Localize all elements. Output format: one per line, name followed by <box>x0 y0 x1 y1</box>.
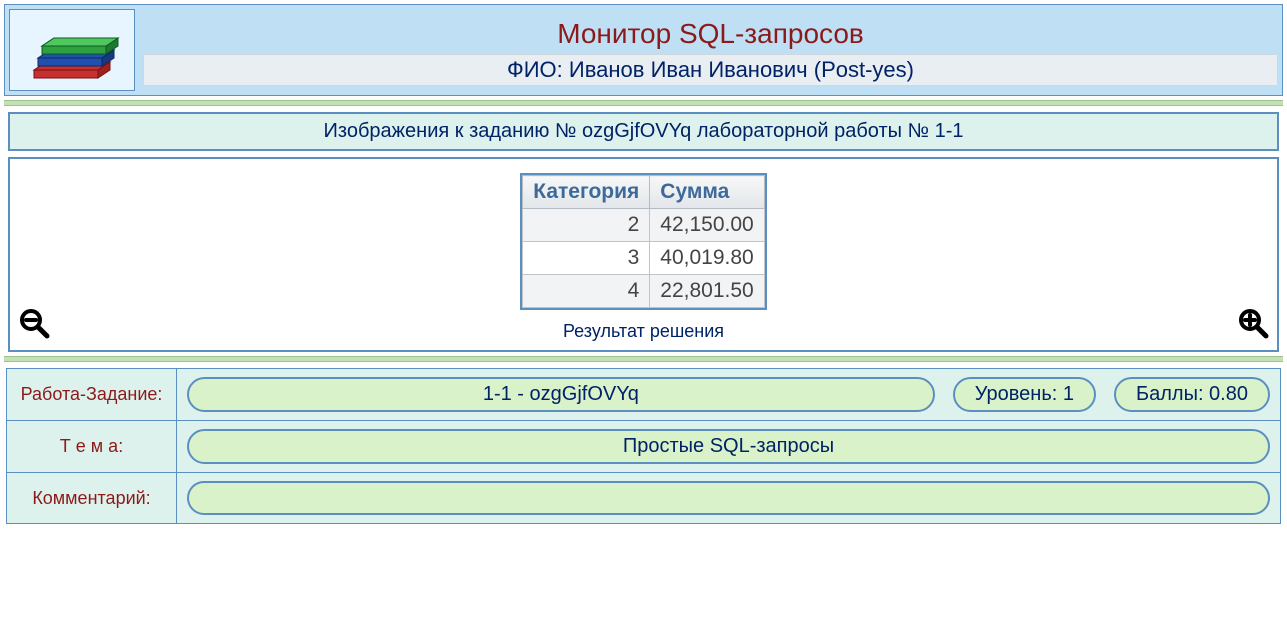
divider <box>4 356 1283 362</box>
pill-topic: Простые SQL-запросы <box>187 429 1270 464</box>
pill-level: Уровень: 1 <box>953 377 1096 412</box>
label-work-task: Работа-Задание: <box>7 369 177 421</box>
table-row: 2 42,150.00 <box>523 209 764 242</box>
logo[interactable] <box>9 9 135 91</box>
pill-work-task: 1-1 - ozgGjfOVYq <box>187 377 935 412</box>
divider <box>4 100 1283 106</box>
zoom-out-button[interactable] <box>18 307 50 344</box>
result-col-category: Категория <box>523 176 650 209</box>
zoom-in-icon <box>1237 307 1269 339</box>
result-col-sum: Сумма <box>650 176 764 209</box>
header-bar: Монитор SQL-запросов ФИО: Иванов Иван Ив… <box>4 4 1283 96</box>
page-title: Монитор SQL-запросов <box>139 14 1282 54</box>
task-subtitle: Изображения к заданию № ozgGjfOVYq лабор… <box>8 112 1279 151</box>
info-table: Работа-Задание: 1-1 - ozgGjfOVYq Уровень… <box>6 368 1281 524</box>
user-info: ФИО: Иванов Иван Иванович (Post-yes) <box>143 54 1278 86</box>
result-caption: Результат решения <box>18 321 1269 342</box>
table-row: 4 22,801.50 <box>523 275 764 308</box>
pill-comment <box>187 481 1270 515</box>
result-table: Категория Сумма 2 42,150.00 3 40,019.80 … <box>522 175 764 308</box>
pill-points: Баллы: 0.80 <box>1114 377 1270 412</box>
result-panel: Категория Сумма 2 42,150.00 3 40,019.80 … <box>8 157 1279 352</box>
label-comment: Комментарий: <box>7 473 177 524</box>
table-row: 3 40,019.80 <box>523 242 764 275</box>
header-texts: Монитор SQL-запросов ФИО: Иванов Иван Ив… <box>139 5 1282 95</box>
zoom-out-icon <box>18 307 50 339</box>
books-icon <box>22 10 122 90</box>
label-topic: Т е м а: <box>7 421 177 473</box>
zoom-in-button[interactable] <box>1237 307 1269 344</box>
result-table-box: Категория Сумма 2 42,150.00 3 40,019.80 … <box>520 173 766 310</box>
